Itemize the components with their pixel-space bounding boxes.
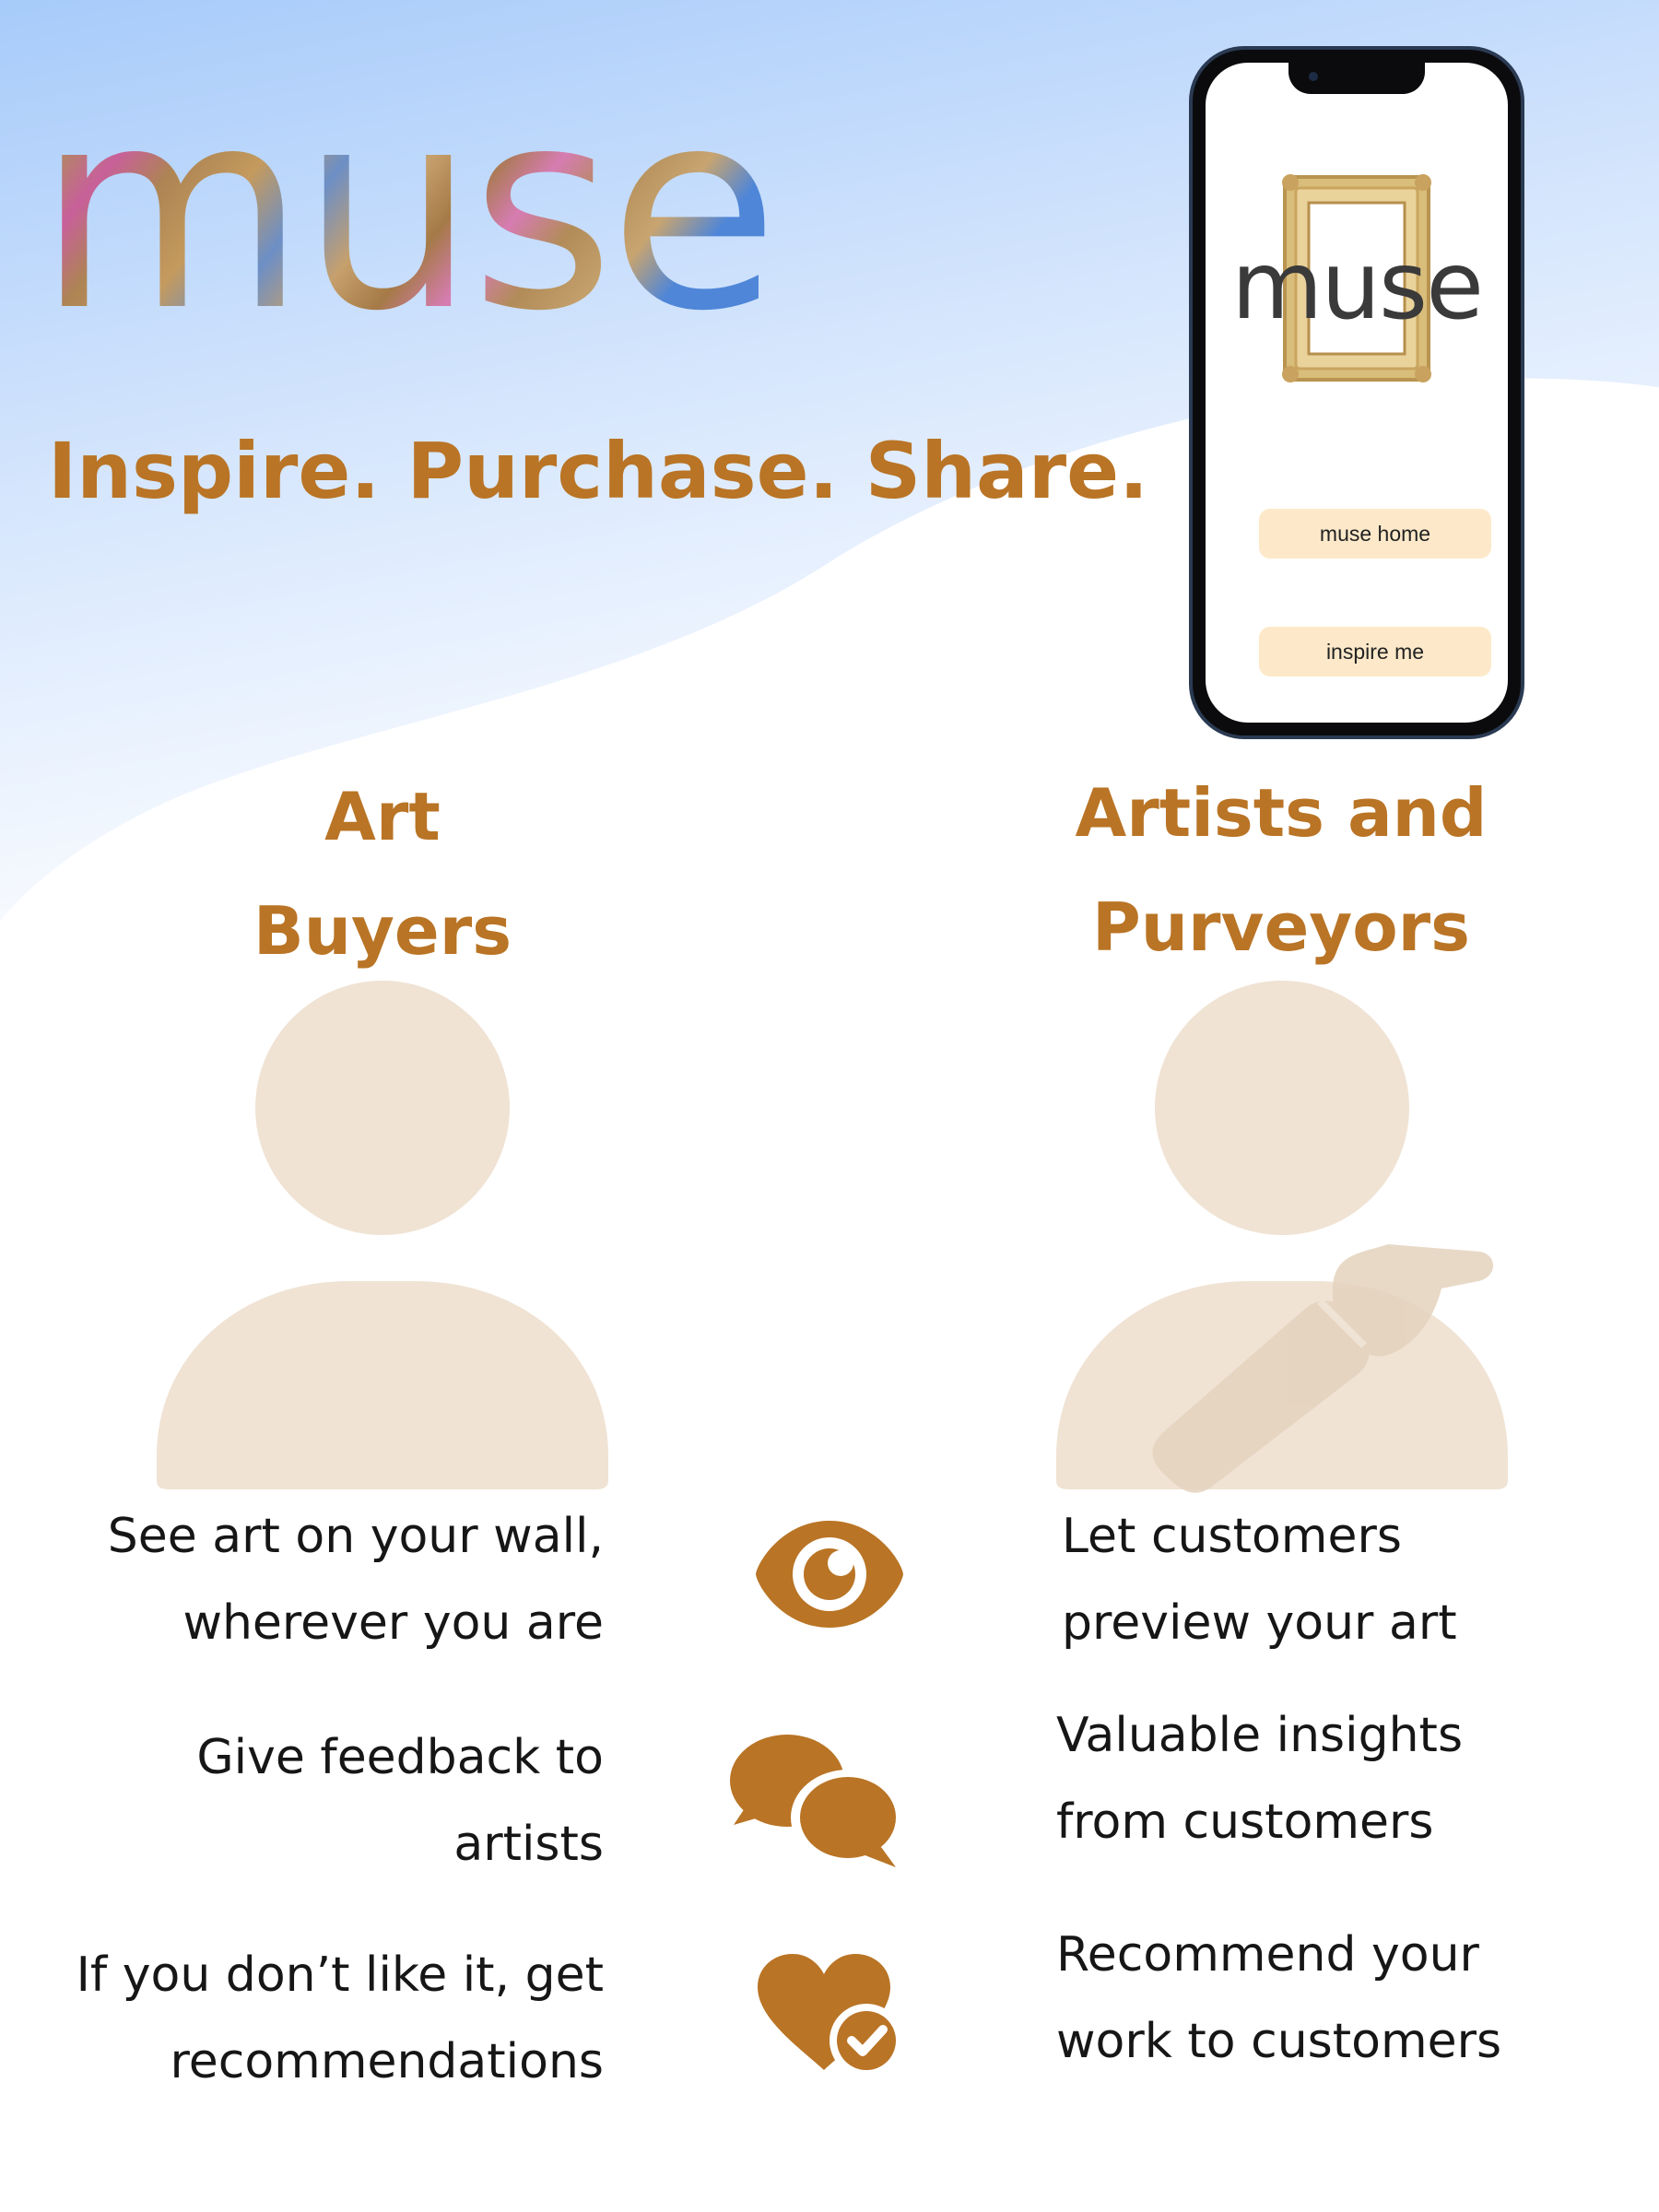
heart-check-icon: [758, 1954, 903, 2077]
phone-notch: [1288, 63, 1425, 94]
buyer-feature-3: If you don’t like it, get recommendation…: [76, 1947, 604, 2089]
muse-home-button[interactable]: muse home: [1259, 509, 1491, 559]
artist-feature-3: Recommend your work to customers: [1056, 1927, 1502, 2069]
poster: muse Inspire. Purchase. Share. muse muse…: [0, 0, 1659, 2212]
tagline: Inspire. Purchase. Share.: [48, 426, 1149, 516]
buyer-feature-2: Give feedback to artists: [196, 1730, 604, 1872]
buyer-person-icon: [157, 981, 608, 1489]
inspire-me-button[interactable]: inspire me: [1259, 627, 1491, 677]
artist-person-icon: [1056, 981, 1508, 1493]
artists-heading-line2: Purveyors: [1091, 888, 1471, 966]
buyers-heading-line2: Buyers: [253, 892, 512, 970]
eye-icon: [756, 1521, 903, 1628]
artists-heading: Artists and Purveyors: [1032, 756, 1530, 984]
svg-text:muse: muse: [37, 55, 773, 332]
chat-bubbles-icon: [730, 1735, 905, 1867]
phone-screen: muse muse home inspire me: [1206, 63, 1508, 723]
artist-feature-2: Valuable insights from customers: [1056, 1708, 1464, 1850]
buyers-heading-line1: Art: [324, 778, 441, 855]
camera-icon: [1309, 72, 1318, 81]
artist-feature-1: Let customers preview your art: [1062, 1509, 1457, 1651]
artists-heading-line1: Artists and: [1075, 774, 1488, 852]
buyer-feature-1: See art on your wall, wherever you are: [107, 1509, 604, 1651]
app-name: muse: [1231, 231, 1484, 341]
phone-mockup: muse muse home inspire me: [1189, 46, 1524, 739]
muse-logo: muse: [37, 55, 779, 332]
buyers-heading: Art Buyers: [166, 759, 599, 988]
